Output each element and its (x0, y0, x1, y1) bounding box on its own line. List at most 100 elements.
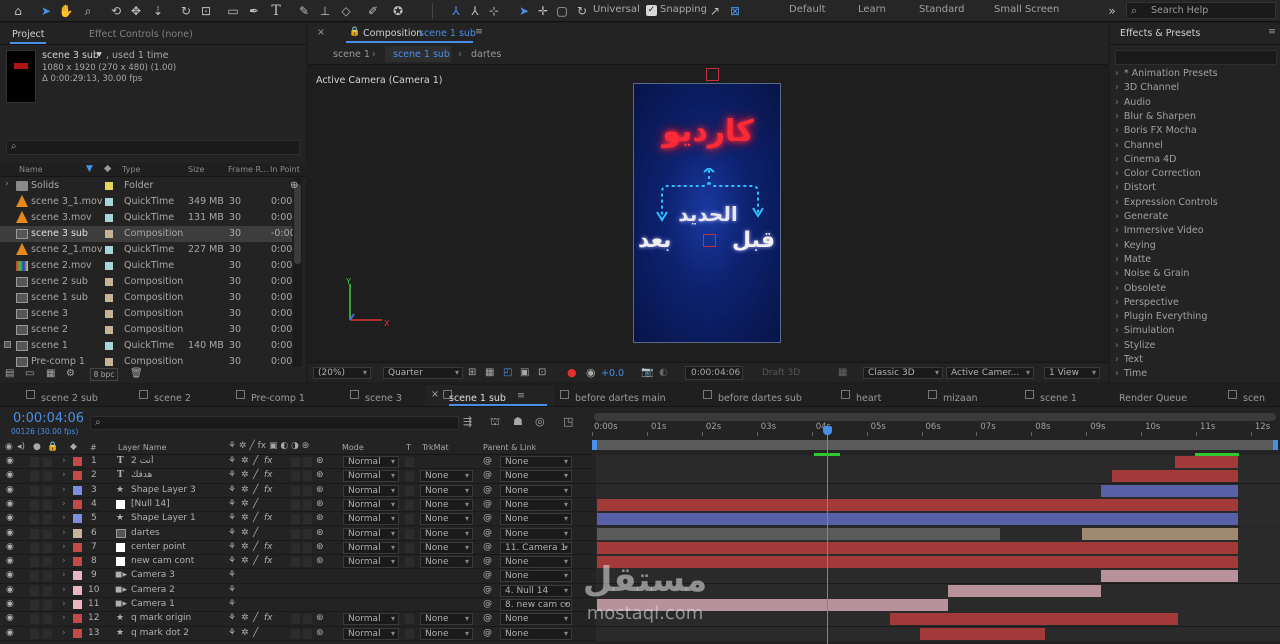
video-toggle-icon[interactable]: ◉ (5, 442, 13, 452)
solo-toggle[interactable] (30, 457, 39, 467)
parent-link-dropdown[interactable]: 8. new cam co (500, 599, 572, 611)
puppet-tool-icon[interactable]: ✪ (390, 3, 406, 19)
label-color[interactable] (105, 214, 113, 222)
comp-flowchart-icon[interactable]: ⇶ (463, 415, 472, 428)
marker-green-2[interactable] (1195, 453, 1239, 456)
layer-duration-bar[interactable] (948, 584, 1101, 597)
expand-arrow-icon[interactable]: › (62, 485, 66, 495)
3d-view-icon[interactable]: ▦ (838, 367, 847, 378)
visibility-eye-icon[interactable]: ◉ (6, 570, 14, 580)
adjustment-switch[interactable] (303, 471, 312, 482)
layer-label-color[interactable] (73, 628, 82, 638)
layer-row[interactable]: ◉ › 7 center point ⚘✲ ╱ fx ⊛NormalNone@ … (0, 540, 1280, 556)
preserve-transparency-toggle[interactable] (405, 485, 414, 496)
project-item-row[interactable]: scene 3 Composition 30 0:00 (0, 306, 292, 322)
type-tool-icon[interactable]: T (268, 3, 284, 19)
3d-layer-switch-icon[interactable]: ⊛ (316, 628, 324, 638)
workspace-standard[interactable]: Standard (919, 4, 965, 15)
layer-row[interactable]: ◉ › 4 [Null 14] ⚘ ✲ ╱ ⊛ Normal None @ None (0, 497, 1280, 513)
effect-category[interactable]: Channel (1115, 140, 1163, 151)
adjustment-switch[interactable] (303, 557, 312, 568)
visibility-eye-icon[interactable]: ◉ (6, 613, 14, 623)
label-color[interactable] (105, 278, 113, 286)
effect-category[interactable]: Matte (1115, 254, 1151, 265)
layer-duration-bar[interactable] (597, 513, 1238, 526)
shy-switch-icon[interactable]: ⚘ (228, 613, 236, 623)
label-color[interactable] (105, 326, 113, 334)
label-tag-icon[interactable]: ◆ (70, 442, 77, 452)
preserve-transparency-toggle[interactable] (405, 471, 414, 482)
lock-toggle[interactable] (43, 528, 52, 539)
shy-switch-icon[interactable]: ⚘ (228, 528, 236, 538)
snap-edges-icon[interactable]: ↗ (707, 3, 723, 19)
draft-3d-toggle[interactable]: Draft 3D (762, 368, 800, 378)
layer-name[interactable]: أنت 2 (131, 456, 153, 466)
dolly-tool-icon[interactable]: ⇣ (150, 3, 166, 19)
layer-label-color[interactable] (73, 485, 82, 495)
layer-row[interactable]: ◉ › 1 T أنت 2 ⚘ ✲ ╱ fx ⊛ Normal @ None (0, 455, 1280, 470)
preserve-transparency-toggle[interactable] (405, 528, 414, 539)
center-point-marker[interactable] (703, 234, 716, 247)
region-of-interest-icon[interactable]: ▣ (520, 367, 529, 378)
effect-category[interactable]: Cinema 4D (1115, 154, 1177, 165)
3d-layer-switch-icon[interactable]: ⊛ (316, 556, 324, 566)
shy-switch-icon[interactable]: ⚘ (228, 542, 236, 552)
effect-category[interactable]: Blur & Sharpen (1115, 111, 1196, 122)
solo-toggle[interactable] (30, 528, 39, 539)
solo-toggle[interactable] (30, 514, 39, 525)
label-color[interactable] (105, 246, 113, 254)
parent-link-dropdown[interactable]: None (500, 498, 572, 511)
tab-effect-controls[interactable]: Effect Controls (none) (89, 29, 193, 40)
lock-toggle[interactable] (43, 614, 52, 625)
layer-name[interactable]: Camera 2 (131, 585, 175, 595)
tab-project[interactable]: Project (12, 29, 45, 40)
label-tag-icon[interactable]: ◆ (104, 163, 111, 174)
shy-switch-icon[interactable]: ⚘ (228, 456, 236, 466)
parent-link-dropdown[interactable]: None (500, 613, 572, 626)
shy-switch-icon[interactable]: ⚘ (228, 513, 236, 523)
effect-category[interactable]: Boris FX Mocha (1115, 125, 1197, 136)
fx-switch-icon[interactable]: fx (264, 513, 273, 523)
fx-switch-icon[interactable]: fx (264, 456, 273, 466)
project-item-row[interactable]: scene 1 QuickTime 140 MB 30 0:00 (0, 338, 292, 354)
panel-menu-icon[interactable]: ≡ (517, 390, 525, 401)
3d-layer-switch-icon[interactable]: ⊛ (316, 542, 324, 552)
project-item-row[interactable]: scene 3 sub Composition 30 -0:00 (0, 226, 296, 242)
col-type[interactable]: Type (122, 165, 140, 174)
graph-editor-icon[interactable]: ◳ (563, 415, 573, 428)
more-workspaces-icon[interactable]: » (1104, 3, 1120, 19)
adjustment-switch[interactable] (303, 457, 312, 467)
snapshot-icon[interactable]: 📷 (641, 367, 653, 378)
collapse-switch-icon[interactable]: ✲ (241, 499, 249, 509)
expand-arrow-icon[interactable]: › (62, 499, 66, 509)
fast-preview-icon[interactable]: ⊞ (468, 367, 476, 378)
adjustment-switch[interactable] (303, 514, 312, 525)
label-color[interactable] (105, 230, 113, 238)
label-color[interactable] (105, 198, 113, 206)
visibility-eye-icon[interactable]: ◉ (6, 485, 14, 495)
work-area-bar[interactable] (594, 440, 1276, 450)
solo-toggle[interactable] (30, 571, 39, 582)
expand-arrow-icon[interactable]: › (5, 179, 9, 189)
adjustment-switch[interactable] (303, 485, 312, 496)
solo-toggle-icon[interactable]: ● (33, 442, 41, 452)
fx-switch-icon[interactable]: fx (264, 556, 273, 566)
panel-menu-icon[interactable]: ≡ (475, 26, 483, 37)
layer-label-color[interactable] (73, 528, 82, 538)
workspace-small-screen[interactable]: Small Screen (994, 4, 1059, 15)
layer-label-color[interactable] (73, 499, 82, 509)
quality-switch-icon[interactable]: ╱ (253, 528, 258, 538)
orbit-tool-icon[interactable]: ⟲ (108, 3, 124, 19)
pickwhip-icon[interactable]: @ (483, 628, 492, 638)
parent-link-dropdown[interactable]: None (500, 556, 572, 569)
collapse-switch-icon[interactable]: ✲ (241, 456, 249, 466)
subtab-dartes[interactable]: dartes (471, 49, 501, 60)
timeline-tab[interactable]: mizaan (919, 385, 1029, 406)
pickwhip-icon[interactable]: @ (483, 599, 492, 609)
project-search-input[interactable]: ⌕ (6, 140, 300, 155)
anchor-tool-icon[interactable]: ⊡ (198, 3, 214, 19)
motion-blur-switch[interactable] (291, 471, 300, 482)
expand-arrow-icon[interactable]: › (62, 513, 66, 523)
camera-view-dropdown[interactable]: Active Camer... (946, 367, 1034, 379)
draft-3d-icon[interactable]: ⛫ (490, 415, 500, 430)
